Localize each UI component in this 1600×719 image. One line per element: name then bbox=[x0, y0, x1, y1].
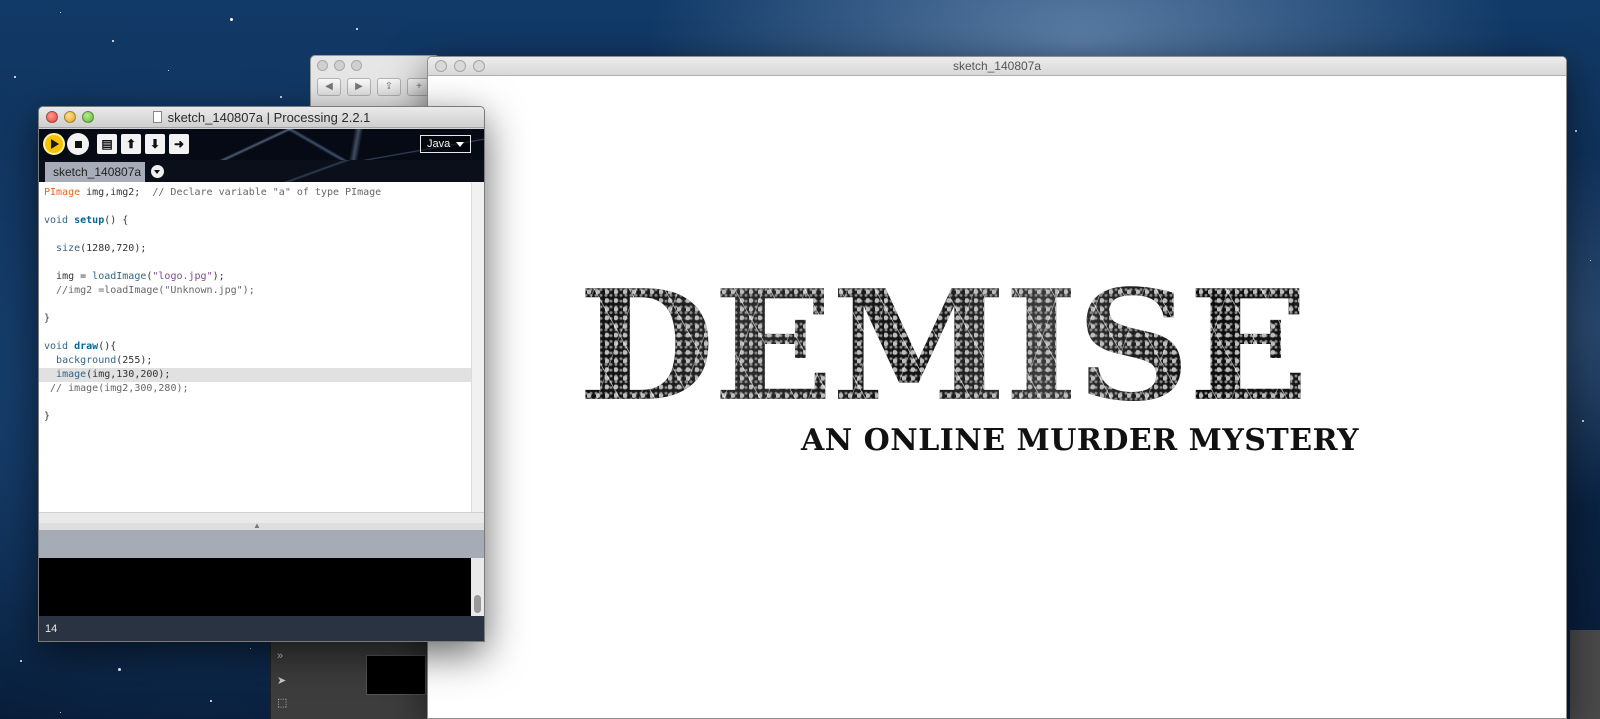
zoom-icon[interactable] bbox=[82, 111, 94, 123]
sketch-output-window[interactable]: sketch_140807a DEMISE AN ONLINE MURDER M… bbox=[427, 56, 1567, 719]
console-scrollbar[interactable] bbox=[471, 558, 484, 616]
minimize-icon[interactable] bbox=[64, 111, 76, 123]
marquee-tool-icon[interactable]: ⬚ bbox=[277, 696, 287, 709]
document-icon bbox=[152, 111, 162, 123]
mode-selector[interactable]: Java bbox=[420, 135, 471, 153]
window-controls bbox=[46, 111, 94, 123]
ide-toolbar: ▤ ⬆ ⬇ ➜ Java bbox=[39, 129, 484, 160]
logo-subtitle: AN ONLINE MURDER MYSTERY bbox=[801, 423, 1360, 458]
window-title: sketch_140807a | Processing 2.2.1 bbox=[167, 110, 371, 125]
console-splitter[interactable]: ▲ bbox=[39, 521, 484, 530]
export-arrow-icon[interactable]: ➜ bbox=[169, 134, 189, 154]
sketch-titlebar[interactable]: sketch_140807a bbox=[428, 57, 1566, 76]
tab-bar: sketch_140807a bbox=[39, 160, 484, 182]
code-line-current: image(img,130,200); bbox=[39, 368, 473, 382]
console-output[interactable] bbox=[39, 558, 484, 616]
play-icon[interactable] bbox=[43, 133, 65, 155]
window-controls bbox=[317, 60, 362, 71]
save-arrow-down-icon[interactable]: ⬇ bbox=[145, 134, 165, 154]
code-line: PImage img,img2; // Declare variable "a"… bbox=[44, 187, 382, 198]
window-title: sketch_140807a bbox=[952, 59, 1042, 73]
splitter-grip-icon: ▲ bbox=[253, 521, 261, 530]
editor-vertical-scrollbar[interactable] bbox=[471, 182, 484, 512]
code-line: void draw(){ bbox=[44, 341, 117, 352]
background-app-panel: » ➤ ⬚ bbox=[270, 630, 430, 719]
ide-titlebar[interactable]: sketch_140807a | Processing 2.2.1 bbox=[39, 107, 484, 128]
window-controls bbox=[435, 60, 485, 72]
code-line: img = loadImage("logo.jpg"); bbox=[56, 271, 225, 282]
code-line: background(255); bbox=[56, 355, 153, 366]
minimize-icon[interactable] bbox=[334, 60, 345, 71]
scroll-thumb[interactable] bbox=[474, 595, 481, 613]
zoom-icon[interactable] bbox=[473, 60, 485, 72]
code-line: size(1280,720); bbox=[56, 243, 147, 254]
tab-sketch[interactable]: sketch_140807a bbox=[45, 162, 145, 182]
close-icon[interactable] bbox=[46, 111, 58, 123]
forward-button[interactable]: ▶ bbox=[347, 78, 371, 96]
background-side-panel bbox=[1570, 630, 1600, 719]
code-line: //img2 =loadImage("Unknown.jpg"); bbox=[56, 285, 255, 296]
logo-title: DEMISE bbox=[578, 279, 1418, 415]
code-line: void setup() { bbox=[44, 215, 129, 226]
processing-ide-window[interactable]: sketch_140807a | Processing 2.2.1 ▤ ⬆ ⬇ … bbox=[38, 106, 485, 642]
code-line: // image(img2,300,280); bbox=[50, 383, 189, 394]
stop-icon[interactable] bbox=[67, 133, 89, 155]
code-editor[interactable]: PImage img,img2; // Declare variable "a"… bbox=[39, 182, 473, 512]
zoom-icon[interactable] bbox=[351, 60, 362, 71]
message-area bbox=[39, 530, 484, 558]
move-tool-icon[interactable]: ➤ bbox=[277, 674, 286, 687]
close-icon[interactable] bbox=[435, 60, 447, 72]
close-icon[interactable] bbox=[317, 60, 328, 71]
new-file-icon[interactable]: ▤ bbox=[97, 134, 117, 154]
back-button[interactable]: ◀ bbox=[317, 78, 341, 96]
panel-thumbnail bbox=[366, 655, 426, 695]
minimize-icon[interactable] bbox=[454, 60, 466, 72]
panel-collapse-icon[interactable]: » bbox=[277, 650, 283, 662]
code-line: } bbox=[44, 313, 51, 324]
code-line: } bbox=[44, 411, 51, 422]
sketch-canvas: DEMISE AN ONLINE MURDER MYSTERY bbox=[428, 77, 1566, 717]
editor-horizontal-scrollbar[interactable] bbox=[39, 512, 484, 523]
open-arrow-up-icon[interactable]: ⬆ bbox=[121, 134, 141, 154]
line-number-status: 14 bbox=[39, 616, 484, 641]
share-button[interactable]: ⇪ bbox=[377, 78, 401, 96]
tab-menu-icon[interactable] bbox=[151, 165, 164, 178]
